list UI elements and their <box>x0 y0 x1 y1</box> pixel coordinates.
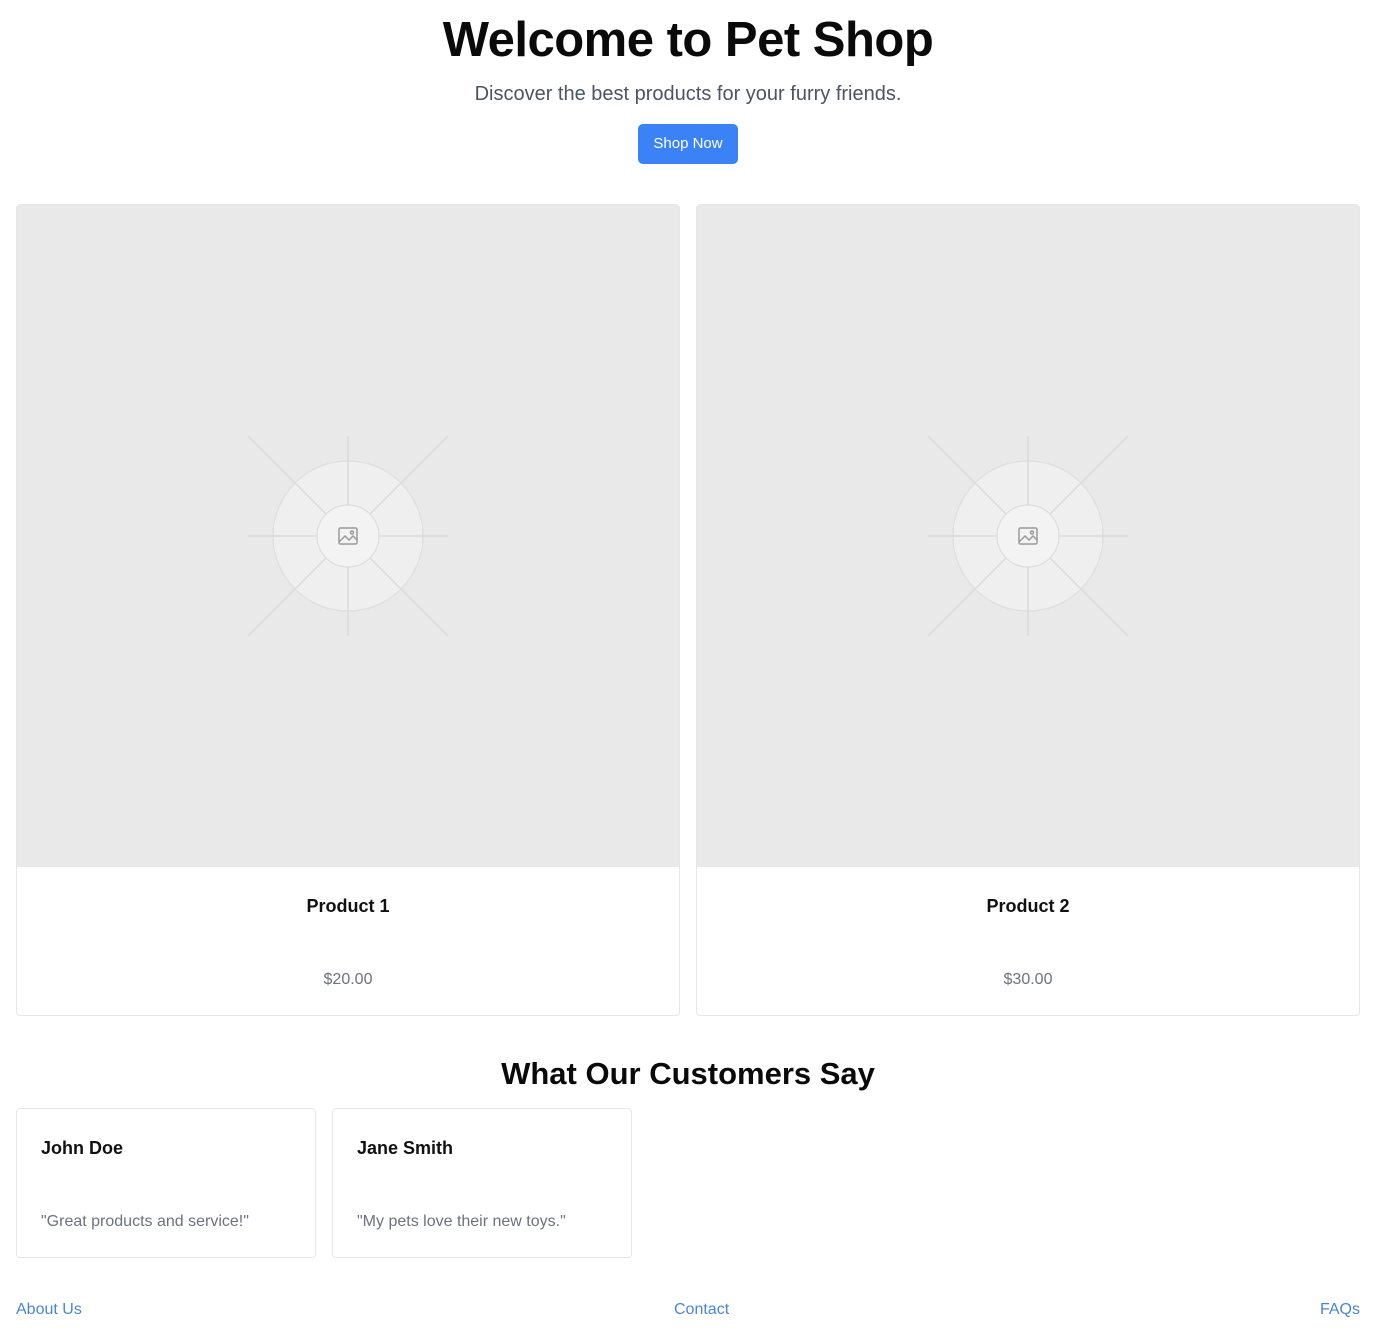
product-image[interactable] <box>17 205 679 867</box>
testimonial-card: John Doe "Great products and service!" <box>16 1108 316 1258</box>
shop-now-button[interactable]: Shop Now <box>638 124 738 164</box>
hero-subtitle: Discover the best products for your furr… <box>474 83 902 105</box>
footer-link-faqs[interactable]: FAQs <box>1320 1300 1360 1320</box>
image-placeholder-icon <box>247 435 449 637</box>
testimonial-quote: "My pets love their new toys." <box>357 1213 566 1230</box>
page: Welcome to Pet Shop Discover the best pr… <box>0 0 1376 1338</box>
testimonial-quote: "Great products and service!" <box>41 1213 249 1230</box>
product-price: $20.00 <box>323 971 373 988</box>
product-name: Product 2 <box>986 896 1070 916</box>
testimonial-author: John Doe <box>41 1138 124 1158</box>
footer-link-about-us[interactable]: About Us <box>16 1300 82 1320</box>
product-name: Product 1 <box>306 896 390 916</box>
footer-link-contact[interactable]: Contact <box>674 1300 729 1320</box>
image-placeholder-icon <box>927 435 1129 637</box>
testimonials-title: What Our Customers Say <box>501 1056 875 1091</box>
testimonial-card: Jane Smith "My pets love their new toys.… <box>332 1108 632 1258</box>
testimonial-author: Jane Smith <box>357 1138 454 1158</box>
product-card[interactable]: Product 2 $30.00 <box>696 204 1360 1016</box>
product-price: $30.00 <box>1003 971 1053 988</box>
product-image[interactable] <box>697 205 1359 867</box>
product-card[interactable]: Product 1 $20.00 <box>16 204 680 1016</box>
page-title: Welcome to Pet Shop <box>442 13 934 67</box>
